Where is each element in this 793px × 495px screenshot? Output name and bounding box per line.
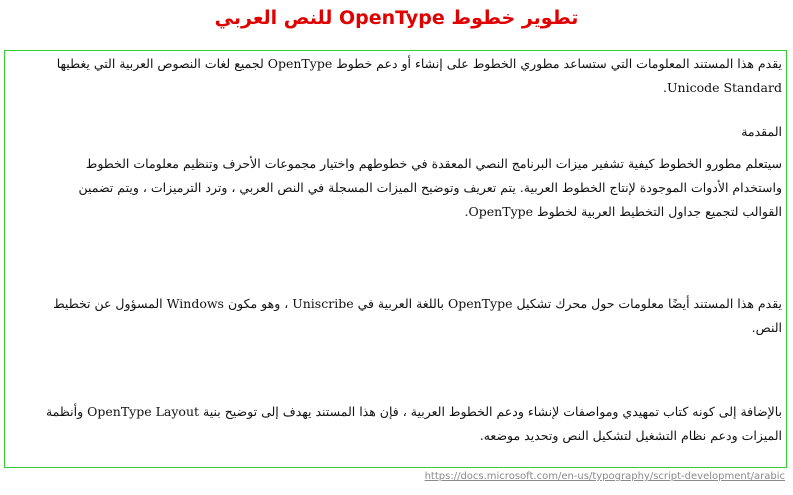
page-title: تطوير خطوط OpenType للنص العربي (214, 7, 579, 29)
source-link[interactable]: https://docs.microsoft.com/en-us/typogra… (0, 470, 785, 484)
intro-paragraph: يقدم هذا المستند المعلومات التي ستساعد م… (56, 56, 782, 95)
body-paragraph-1: سيتعلم مطورو الخطوط كيفية تشفير ميزات ال… (78, 156, 782, 219)
section-heading: المقدمة (741, 124, 782, 139)
body-paragraph-2: يقدم هذا المستند أيضًا معلومات حول محرك … (53, 296, 782, 335)
body-paragraph-3: بالإضافة إلى كونه كتاب تمهيدي ومواصفات ل… (45, 404, 782, 443)
